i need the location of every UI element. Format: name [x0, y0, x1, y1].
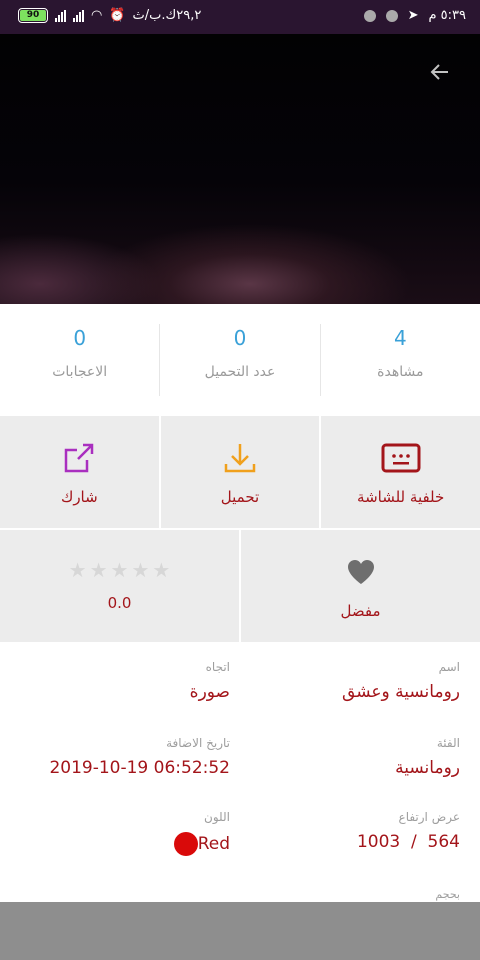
rating-stars[interactable]: ★ ★ ★ ★ ★: [69, 560, 171, 580]
download-button[interactable]: تحميل: [160, 416, 320, 528]
name-label: اسم: [438, 660, 460, 674]
details-section: اسم رومانسية وعشق اتجاه صورة الفئة رومان…: [0, 644, 480, 902]
rating-cell: ★ ★ ★ ★ ★ 0.0: [0, 530, 239, 642]
star-icon[interactable]: ★: [69, 560, 87, 580]
rating-value: 0.0: [107, 594, 132, 612]
color-field: اللون Red: [162, 810, 230, 856]
star-icon[interactable]: ★: [90, 560, 108, 580]
name-value: رومانسية وعشق: [342, 682, 460, 702]
status-right: ➤ ٥:٣٩ م: [363, 8, 466, 23]
orientation-label: اتجاه: [205, 660, 230, 674]
signal-icon-2: [73, 9, 84, 22]
size-label: بحجم: [435, 888, 460, 901]
share-label: شارك: [60, 488, 98, 506]
category-field: الفئة رومانسية: [395, 736, 460, 778]
name-field: اسم رومانسية وعشق: [342, 660, 460, 702]
alarm-icon: ⏰: [109, 8, 126, 23]
share-button[interactable]: شارك: [0, 416, 159, 528]
category-label: الفئة: [436, 736, 460, 750]
likes-label: الاعجابات: [52, 364, 108, 380]
notification-dot-icon: [363, 9, 376, 22]
likes-count: 0: [73, 326, 87, 350]
dimensions-value: 1003 / 564: [356, 832, 460, 852]
views-stat: 4 مشاهدة: [319, 324, 480, 396]
star-icon[interactable]: ★: [131, 560, 149, 580]
star-icon[interactable]: ★: [111, 560, 129, 580]
network-speed: ٢٩,٢ك.ب/ث: [132, 8, 202, 23]
category-value: رومانسية: [395, 758, 460, 778]
views-label: مشاهدة: [377, 364, 424, 380]
star-icon[interactable]: ★: [152, 560, 170, 580]
color-row: Red: [162, 832, 230, 856]
set-wallpaper-button[interactable]: خلفية للشاشة: [321, 416, 480, 528]
status-left: 90 ◠ ⏰ ٢٩,٢ك.ب/ث: [18, 8, 201, 23]
date-added-field: تاريخ الاضافة 2019-10-19 06:52:52: [49, 736, 230, 778]
color-label: اللون: [204, 810, 230, 824]
heart-icon: [341, 552, 381, 592]
downloads-count: 0: [233, 326, 247, 350]
signal-icon: [55, 9, 66, 22]
orientation-field: اتجاه صورة: [190, 660, 230, 702]
download-label: تحميل: [220, 488, 260, 506]
battery-level: 90: [20, 10, 46, 21]
share-icon: [59, 438, 99, 478]
color-swatch: [173, 832, 198, 856]
favorite-button[interactable]: مفضل: [241, 530, 480, 642]
size-field: بحجم: [435, 888, 460, 901]
status-bar: 90 ◠ ⏰ ٢٩,٢ك.ب/ث ➤ ٥:٣٩ م: [0, 0, 480, 34]
wallpaper-preview[interactable]: [0, 34, 480, 304]
back-arrow-icon[interactable]: [428, 60, 452, 84]
notification-dot-icon-2: [385, 9, 398, 22]
stats-row: 4 مشاهدة 0 عدد التحميل 0 الاعجابات: [0, 304, 480, 416]
date-added-value: 2019-10-19 06:52:52: [49, 758, 230, 778]
send-icon: ➤: [407, 8, 419, 23]
dimensions-label: عرض ارتفاع: [398, 810, 460, 824]
downloads-stat: 0 عدد التحميل: [159, 324, 319, 396]
favorite-label: مفضل: [340, 602, 381, 620]
dimensions-field: عرض ارتفاع 1003 / 564: [357, 810, 460, 852]
actions-row: خلفية للشاشة تحميل شارك: [0, 416, 480, 528]
wifi-icon: ◠: [91, 8, 103, 23]
orientation-value: صورة: [189, 682, 230, 702]
favorite-rating-row: مفضل ★ ★ ★ ★ ★ 0.0: [0, 530, 480, 642]
clock: ٥:٣٩ م: [428, 8, 466, 23]
views-count: 4: [393, 326, 407, 350]
download-icon: [220, 438, 260, 478]
set-wallpaper-label: خلفية للشاشة: [357, 488, 445, 506]
date-added-label: تاريخ الاضافة: [166, 736, 230, 750]
downloads-label: عدد التحميل: [204, 364, 276, 380]
screen-icon: [381, 438, 421, 478]
bottom-banner[interactable]: [0, 902, 480, 960]
likes-stat: 0 الاعجابات: [0, 324, 159, 396]
battery-icon: 90: [18, 8, 48, 23]
color-value: Red: [197, 834, 230, 854]
